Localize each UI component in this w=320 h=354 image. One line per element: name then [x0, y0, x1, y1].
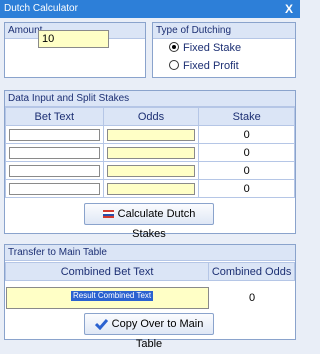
window-title: Dutch Calculator — [4, 3, 78, 14]
close-icon: X — [284, 2, 293, 16]
bet-text-input[interactable] — [9, 164, 100, 177]
transfer-header: Transfer to Main Table — [5, 245, 295, 261]
column-header-stake: Stake — [198, 107, 295, 126]
radio-selected-icon — [169, 42, 179, 52]
stake-value: 0 — [198, 161, 295, 180]
table-row: 0 — [5, 161, 295, 180]
column-header-combined-odds: Combined Odds — [208, 262, 295, 281]
calculate-button-label: Calculate Dutch Stakes — [117, 208, 196, 240]
amount-input[interactable]: 10 — [38, 30, 109, 48]
close-button[interactable]: X — [278, 0, 300, 18]
bet-text-input[interactable] — [9, 182, 100, 195]
fixed-profit-radio[interactable]: Fixed Profit — [169, 59, 239, 73]
window-title-bar: Dutch Calculator — [0, 0, 300, 18]
combined-odds-value: 0 — [248, 292, 256, 304]
stake-value: 0 — [198, 143, 295, 162]
fixed-profit-label: Fixed Profit — [183, 60, 239, 72]
column-header-combined-bet-text: Combined Bet Text — [4, 262, 210, 281]
fixed-stake-label: Fixed Stake — [183, 42, 242, 54]
stake-value: 0 — [198, 179, 295, 198]
fixed-stake-radio[interactable]: Fixed Stake — [169, 41, 241, 55]
odds-input[interactable] — [106, 164, 196, 177]
stakes-table: Bet Text Odds Stake 0 0 0 0 — [5, 107, 295, 198]
odds-input[interactable] — [106, 182, 196, 195]
table-row: 0 — [5, 143, 295, 162]
odds-input[interactable] — [106, 146, 196, 159]
calculate-dutch-stakes-button[interactable]: Calculate Dutch Stakes — [84, 203, 214, 240]
stake-value: 0 — [198, 125, 295, 144]
data-input-header: Data Input and Split Stakes — [5, 91, 295, 107]
combined-bet-text-field[interactable]: Result Combined Text — [6, 287, 209, 309]
combined-bet-text-selection: Result Combined Text — [71, 291, 154, 301]
copy-button-label: Copy Over to Main Table — [111, 318, 204, 350]
column-header-odds: Odds — [102, 107, 200, 126]
copy-over-button[interactable]: Copy Over to Main Table — [84, 313, 214, 350]
transfer-table: Combined Bet Text Combined Odds — [4, 262, 295, 281]
checkmark-icon — [94, 319, 108, 330]
bet-text-input[interactable] — [9, 128, 100, 141]
flag-icon — [102, 210, 114, 218]
column-header-bet-text: Bet Text — [5, 107, 104, 126]
table-row: 0 — [5, 179, 295, 198]
bet-text-input[interactable] — [9, 146, 100, 159]
odds-input[interactable] — [106, 128, 196, 141]
table-row: 0 — [5, 125, 295, 144]
type-of-dutching-header: Type of Dutching — [153, 23, 295, 39]
radio-unselected-icon — [169, 60, 179, 70]
